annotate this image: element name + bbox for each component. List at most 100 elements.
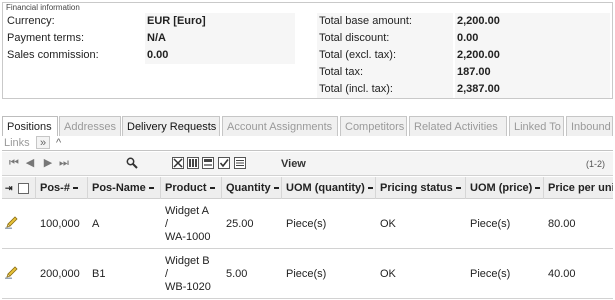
table-row[interactable]: 100,000 A Widget A / WA-1000 25.00 Piece…: [2, 199, 613, 249]
total-incl-tax-row: Total (incl. tax): 2,387.00: [3, 81, 612, 98]
total-excl-tax-value: 2,200.00: [455, 47, 610, 64]
sort-icon: [148, 187, 154, 190]
pricing-status-cell: OK: [380, 218, 396, 230]
sales-commission-value: 0.00: [145, 47, 295, 64]
product-name: Widget A: [165, 204, 210, 217]
payment-terms-label: Payment terms:: [7, 32, 85, 44]
table-toolbar: ⏮ ◀ ▶ ⏭ View (1-2): [2, 152, 613, 176]
uom-price-cell: Piece(s): [470, 268, 511, 280]
sort-icon: [455, 187, 461, 190]
sort-icon: [273, 187, 279, 190]
edit-pencil-icon[interactable]: [4, 264, 20, 280]
column-product[interactable]: Product: [161, 177, 222, 199]
select-all-column: ⇥: [2, 177, 36, 199]
tab-linked-to[interactable]: Linked To: [509, 116, 564, 136]
tab-positions[interactable]: Positions: [2, 116, 58, 136]
column-price-per-unit[interactable]: Price per unit: [544, 177, 613, 199]
financial-information-panel: Financial information Currency: EUR [Eur…: [2, 2, 613, 99]
column-pos-number[interactable]: Pos-#: [36, 177, 88, 199]
column-label: Pricing status: [380, 182, 453, 194]
total-discount-value: 0.00: [455, 30, 610, 47]
payment-terms-value: N/A: [145, 30, 295, 47]
uom-price-cell: Piece(s): [470, 218, 511, 230]
price-per-unit-cell: 80.00: [548, 218, 576, 230]
last-page-icon[interactable]: ⏭: [58, 157, 70, 169]
tab-delivery-requests[interactable]: Delivery Requests: [122, 116, 220, 136]
column-resize-icon[interactable]: ⇥: [5, 177, 13, 199]
edit-pencil-icon[interactable]: [4, 214, 20, 230]
tab-related-activities[interactable]: Related Activities: [409, 116, 507, 136]
column-label: UOM (quantity): [286, 182, 365, 194]
column-label: Price per unit: [548, 182, 613, 194]
search-icon[interactable]: [126, 157, 138, 169]
product-name: Widget B: [165, 254, 210, 267]
product-cell: Widget B / WB-1020: [161, 249, 222, 299]
next-page-icon[interactable]: ▶: [42, 157, 54, 169]
delete-icon[interactable]: [172, 157, 184, 169]
total-incl-tax-value: 2,387.00: [455, 81, 610, 98]
total-tax-value: 187.00: [455, 64, 610, 81]
quantity-cell: 5.00: [226, 268, 248, 280]
total-base-amount-label: Total base amount:: [317, 13, 453, 30]
pricing-status-cell: OK: [380, 268, 396, 280]
sort-icon: [72, 187, 78, 190]
total-incl-tax-label: Total (incl. tax):: [317, 81, 453, 98]
column-label: Pos-#: [40, 182, 70, 194]
tab-inbound[interactable]: Inbound: [566, 116, 613, 136]
column-uom-price[interactable]: UOM (price): [466, 177, 544, 199]
sort-icon: [535, 187, 541, 190]
pos-name-cell: A: [92, 218, 100, 230]
sort-icon: [367, 187, 373, 190]
table-header: ⇥ Pos-# Pos-Name Product Quantity UOM (q…: [2, 177, 613, 199]
total-discount-label: Total discount:: [317, 30, 453, 47]
price-per-unit-cell: 40.00: [548, 268, 576, 280]
currency-row: Currency: EUR [Euro] Total base amount: …: [3, 13, 612, 30]
tab-bar: Positions Addresses Delivery Requests Ac…: [2, 116, 613, 152]
total-base-amount-value: 2,200.00: [455, 13, 610, 30]
column-label: UOM (price): [470, 182, 533, 194]
payment-terms-row: Payment terms: N/A Total discount: 0.00: [3, 30, 612, 47]
tab-competitors[interactable]: Competitors: [340, 116, 407, 136]
select-all-checkbox[interactable]: [17, 182, 29, 194]
column-pos-name[interactable]: Pos-Name: [88, 177, 161, 199]
pos-number-cell: 200,000: [40, 268, 80, 280]
tab-account-assignments[interactable]: Account Assignments: [222, 116, 338, 136]
tab-divider: [2, 150, 613, 151]
panel-legend: Financial information: [6, 3, 80, 12]
sales-commission-label: Sales commission:: [7, 49, 99, 61]
quantity-cell: 25.00: [226, 218, 254, 230]
total-tax-label: Total tax:: [317, 64, 453, 81]
column-uom-quantity[interactable]: UOM (quantity): [282, 177, 376, 199]
currency-label: Currency:: [7, 15, 55, 27]
list-icon[interactable]: [234, 157, 246, 169]
product-code: WB-1020: [165, 280, 211, 293]
sort-icon: [209, 187, 215, 190]
more-tabs-button[interactable]: »: [36, 136, 50, 149]
table-row[interactable]: 200,000 B1 Widget B / WB-1020 5.00 Piece…: [2, 249, 613, 299]
tab-addresses[interactable]: Addresses: [59, 116, 121, 136]
column-quantity[interactable]: Quantity: [222, 177, 282, 199]
product-cell: Widget A / WA-1000: [161, 199, 222, 249]
total-excl-tax-label: Total (excl. tax):: [317, 47, 453, 64]
column-label: Pos-Name: [92, 182, 146, 194]
currency-value: EUR [Euro]: [145, 13, 295, 30]
uom-quantity-cell: Piece(s): [286, 268, 327, 280]
row-count: (1-2): [585, 159, 605, 169]
export-icon[interactable]: [202, 157, 214, 169]
column-label: Product: [165, 182, 207, 194]
uom-quantity-cell: Piece(s): [286, 218, 327, 230]
pos-number-cell: 100,000: [40, 218, 80, 230]
total-tax-row: Total tax: 187.00: [3, 64, 612, 81]
column-label: Quantity: [226, 182, 271, 194]
check-icon[interactable]: [218, 157, 230, 169]
first-page-icon[interactable]: ⏮: [8, 157, 20, 169]
column-pricing-status[interactable]: Pricing status: [376, 177, 466, 199]
product-code: WA-1000: [165, 230, 211, 243]
previous-page-icon[interactable]: ◀: [24, 157, 36, 169]
view-menu[interactable]: View: [281, 158, 306, 170]
product-separator: /: [165, 267, 169, 280]
sales-commission-row: Sales commission: 0.00 Total (excl. tax)…: [3, 47, 612, 64]
product-separator: /: [165, 217, 169, 230]
columns-icon[interactable]: [187, 157, 199, 169]
pos-name-cell: B1: [92, 268, 106, 280]
